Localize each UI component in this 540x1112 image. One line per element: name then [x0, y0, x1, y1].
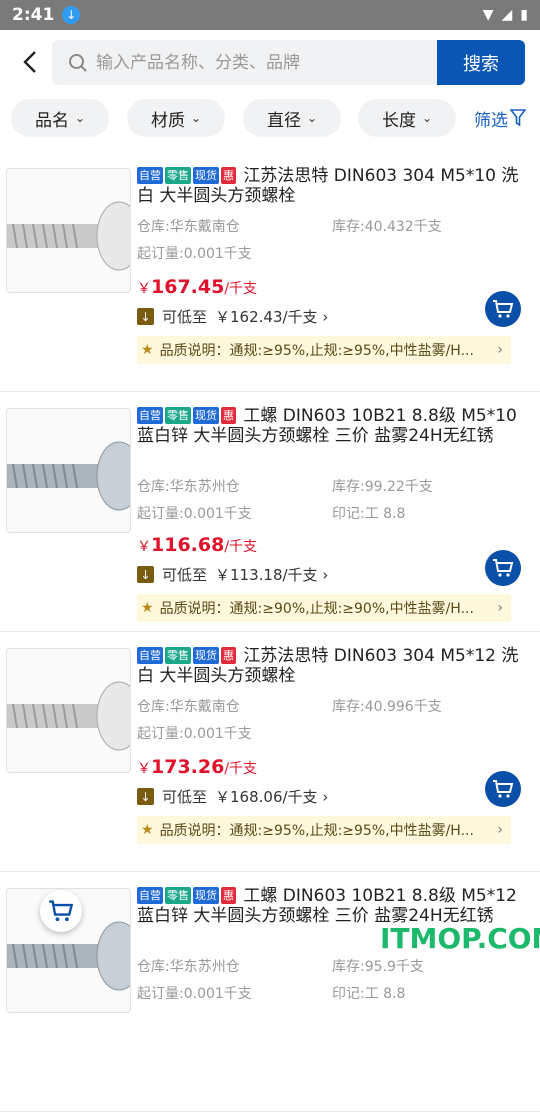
min-order: 起订量:0.001千支: [137, 726, 252, 742]
tag-in-stock: 现货: [193, 407, 219, 424]
back-arrow-icon: [23, 51, 36, 73]
chevron-right-icon: ›: [497, 342, 503, 358]
filter-chip-length[interactable]: 长度 ⌄: [358, 99, 456, 137]
min-order: 起订量:0.001千支: [137, 506, 252, 522]
quality-note[interactable]: ★ 品质说明：通规:≥95%,止规:≥95%,中性盐雾/H... ›: [137, 336, 511, 364]
tag-self-operated: 自营: [137, 407, 163, 424]
tag-in-stock: 现货: [193, 887, 219, 904]
price-down-icon: ↓: [137, 308, 154, 325]
chevron-down-icon: ⌄: [190, 111, 202, 125]
quality-note[interactable]: ★ 品质说明：通规:≥90%,止规:≥90%,中性盐雾/H... ›: [137, 594, 511, 622]
product-list: 自营 零售 现货惠 江苏法思特 DIN603 304 M5*10 洗白 大半圆头方颈…: [0, 152, 540, 1112]
stock: 库存:40.996千支: [332, 699, 442, 715]
product-image: [6, 408, 131, 533]
tag-in-stock: 现货: [193, 647, 219, 664]
cart-icon: [493, 780, 514, 798]
battery-icon: ▮: [520, 7, 528, 23]
cart-icon: [493, 559, 514, 577]
warehouse: 仓库:华东苏州仓: [137, 479, 240, 495]
search-button[interactable]: 搜索: [437, 40, 525, 85]
funnel-icon: [510, 109, 526, 127]
back-button[interactable]: [8, 40, 52, 84]
filter-chip-diameter[interactable]: 直径 ⌄: [243, 99, 341, 137]
wifi-icon: ▼: [482, 7, 494, 23]
min-order: 起订量:0.001千支: [137, 986, 252, 1002]
tag-self-operated: 自营: [137, 167, 163, 184]
lower-price[interactable]: ↓ 可低至 ￥113.18/千支 ›: [137, 564, 328, 585]
chevron-right-icon: ›: [497, 600, 503, 616]
list-item[interactable]: 自营 零售 现货惠 工螺 DIN603 10B21 8.8级 M5*10 蓝白锌 大…: [0, 392, 540, 632]
tag-promo: 惠: [221, 407, 236, 424]
tag-promo: 惠: [221, 167, 236, 184]
tag-retail: 零售: [165, 167, 191, 184]
product-image: [6, 168, 131, 293]
price: ￥167.45/千支: [137, 276, 258, 298]
list-item[interactable]: 自营 零售 现货惠 江苏法思特 DIN603 304 M5*10 洗白 大半圆头方颈…: [0, 152, 540, 392]
lower-price[interactable]: ↓ 可低至 ￥162.43/千支 ›: [137, 306, 328, 327]
quality-note[interactable]: ★ 品质说明：通规:≥95%,止规:≥95%,中性盐雾/H... ›: [137, 816, 511, 844]
cart-icon: [493, 300, 514, 318]
add-to-cart-button[interactable]: [485, 291, 521, 327]
add-to-cart-button[interactable]: [485, 771, 521, 807]
status-time: 2:41: [12, 5, 55, 25]
marking: 印记:工 8.8: [332, 506, 406, 522]
search-input[interactable]: [96, 52, 437, 73]
chevron-down-icon: ⌄: [306, 111, 318, 125]
list-item[interactable]: 自营 零售 现货惠 江苏法思特 DIN603 304 M5*12 洗白 大半圆头方颈…: [0, 632, 540, 872]
tag-in-stock: 现货: [193, 167, 219, 184]
star-icon: ★: [141, 600, 154, 616]
tag-promo: 惠: [221, 647, 236, 664]
site-watermark: ITMOP.COM: [380, 922, 540, 955]
status-bar: 2:41 ↓ ▼ ◢ ▮: [0, 0, 540, 30]
chevron-down-icon: ⌄: [74, 111, 86, 125]
tag-promo: 惠: [221, 887, 236, 904]
product-title: 自营 零售 现货惠 江苏法思特 DIN603 304 M5*10 洗白 大半圆头方颈…: [137, 166, 532, 206]
stock: 库存:99.22千支: [332, 479, 433, 495]
tag-retail: 零售: [165, 887, 191, 904]
warehouse: 仓库:华东苏州仓: [137, 959, 240, 975]
floating-cart-button[interactable]: [40, 890, 82, 932]
stock: 库存:40.432千支: [332, 219, 442, 235]
product-title: 自营 零售 现货惠 工螺 DIN603 10B21 8.8级 M5*10 蓝白锌 大…: [137, 406, 532, 446]
tag-retail: 零售: [165, 647, 191, 664]
product-title: 自营 零售 现货惠 工螺 DIN603 10B21 8.8级 M5*12 蓝白锌 大…: [137, 886, 532, 926]
add-to-cart-button[interactable]: [485, 550, 521, 586]
price-down-icon: ↓: [137, 788, 154, 805]
filter-chip-name[interactable]: 品名 ⌄: [11, 99, 109, 137]
marking: 印记:工 8.8: [332, 986, 406, 1002]
stock: 库存:95.9千支: [332, 959, 424, 975]
tag-self-operated: 自营: [137, 887, 163, 904]
filter-button[interactable]: 筛选: [474, 99, 526, 137]
price: ￥116.68/千支: [137, 534, 258, 556]
price: ￥173.26/千支: [137, 756, 258, 778]
chevron-down-icon: ⌄: [421, 111, 433, 125]
filter-chip-material[interactable]: 材质 ⌄: [127, 99, 225, 137]
filter-bar: 品名 ⌄ 材质 ⌄ 直径 ⌄ 长度 ⌄ 筛选: [0, 99, 540, 137]
product-title: 自营 零售 现货惠 江苏法思特 DIN603 304 M5*12 洗白 大半圆头方颈…: [137, 646, 532, 686]
product-image: [6, 648, 131, 773]
cart-icon: [49, 900, 74, 922]
chevron-right-icon: ›: [497, 822, 503, 838]
signal-icon: ◢: [501, 7, 513, 23]
min-order: 起订量:0.001千支: [137, 246, 252, 262]
lower-price[interactable]: ↓ 可低至 ￥168.06/千支 ›: [137, 786, 328, 807]
star-icon: ★: [141, 342, 154, 358]
warehouse: 仓库:华东戴南仓: [137, 219, 240, 235]
top-bar: 搜索: [0, 30, 540, 94]
star-icon: ★: [141, 822, 154, 838]
warehouse: 仓库:华东戴南仓: [137, 699, 240, 715]
search-bar: 搜索: [52, 40, 525, 85]
download-icon: ↓: [62, 6, 81, 24]
search-icon: [60, 53, 96, 73]
price-down-icon: ↓: [137, 566, 154, 583]
tag-self-operated: 自营: [137, 647, 163, 664]
tag-retail: 零售: [165, 407, 191, 424]
